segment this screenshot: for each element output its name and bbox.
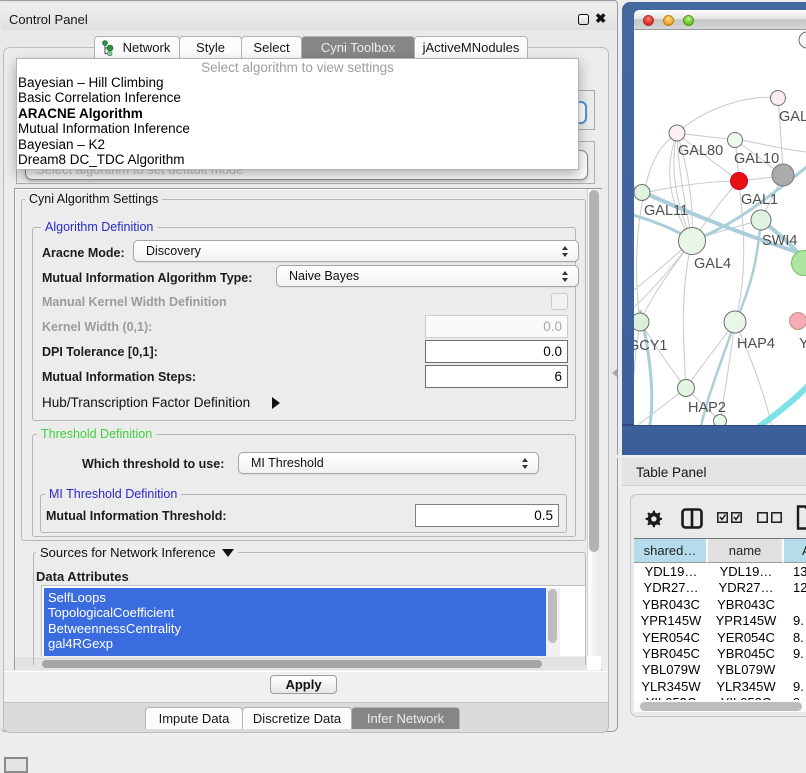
svg-text:GAL80: GAL80 xyxy=(678,143,723,159)
svg-text:GAL10: GAL10 xyxy=(734,151,779,167)
svg-text:HAP2: HAP2 xyxy=(688,400,726,416)
svg-text:Y: Y xyxy=(799,336,806,352)
svg-text:GAL4: GAL4 xyxy=(694,256,731,272)
svg-text:GAL7: GAL7 xyxy=(779,109,806,125)
svg-text:GCY1: GCY1 xyxy=(634,338,668,354)
svg-text:HAP4: HAP4 xyxy=(737,336,775,352)
svg-text:GAL11: GAL11 xyxy=(644,203,688,219)
svg-text:GAL1: GAL1 xyxy=(741,192,778,208)
svg-text:SWI4: SWI4 xyxy=(762,233,797,249)
